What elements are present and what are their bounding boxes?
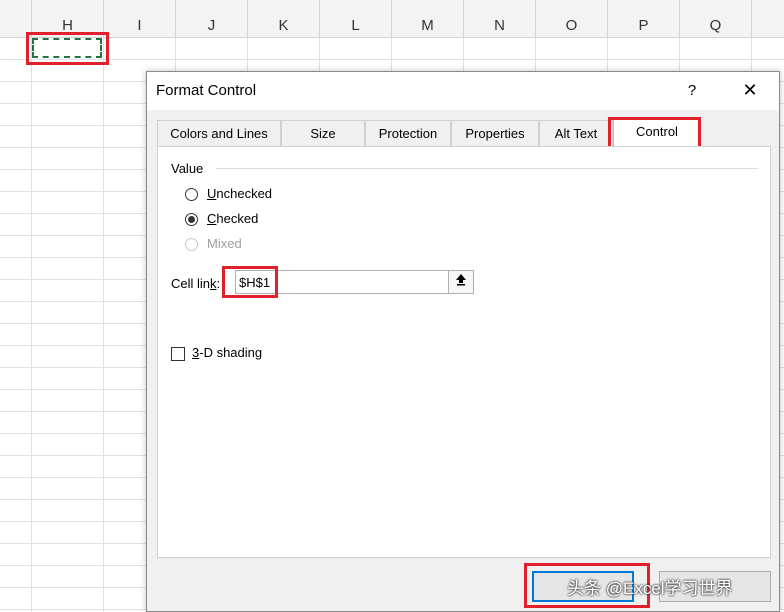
collapse-dialog-button[interactable]	[448, 270, 474, 294]
column-header-n[interactable]: N	[464, 0, 536, 37]
column-header-l[interactable]: L	[320, 0, 392, 37]
tab-alt-text[interactable]: Alt Text	[539, 120, 613, 146]
column-header-o[interactable]: O	[536, 0, 608, 37]
column-header-i[interactable]: I	[104, 0, 176, 37]
value-group-label: Value	[171, 161, 204, 176]
upload-arrow-icon	[456, 274, 466, 286]
column-header-k[interactable]: K	[248, 0, 320, 37]
tab-size[interactable]: Size	[281, 120, 365, 146]
tab-colors-and-lines[interactable]: Colors and Lines	[157, 120, 281, 146]
3d-shading-checkbox[interactable]: 3-D shading	[171, 345, 281, 365]
cell-link-input[interactable]	[235, 270, 450, 294]
radio-unchecked-circle[interactable]	[185, 188, 198, 201]
close-icon[interactable]: ✕	[732, 76, 768, 104]
column-header-partial[interactable]	[0, 0, 32, 37]
tab-properties[interactable]: Properties	[451, 120, 539, 146]
column-header-partial-right[interactable]	[752, 0, 784, 37]
radio-unchecked-label: Unchecked	[207, 186, 273, 201]
radio-unchecked[interactable]: Unchecked	[185, 186, 305, 206]
radio-checked-label: Checked	[207, 211, 259, 226]
cell-link-label: Cell link:	[171, 276, 221, 291]
radio-mixed-circle	[185, 238, 198, 251]
column-header-p[interactable]: P	[608, 0, 680, 37]
ok-button[interactable]	[532, 571, 634, 602]
dialog-tabs: Colors and Lines Size Protection Propert…	[157, 118, 771, 147]
cell-h1-copy-marquee[interactable]	[32, 38, 102, 58]
group-divider	[216, 168, 758, 169]
help-button[interactable]: ?	[677, 78, 707, 104]
column-header-h[interactable]: H	[32, 0, 104, 37]
row-gridline	[0, 59, 784, 60]
3d-shading-box[interactable]	[171, 347, 185, 361]
radio-checked[interactable]: Checked	[185, 211, 305, 231]
radio-mixed-label: Mixed	[207, 236, 242, 251]
3d-shading-label: 3-D shading	[192, 345, 263, 360]
column-header-m[interactable]: M	[392, 0, 464, 37]
column-header-j[interactable]: J	[176, 0, 248, 37]
dialog-title-bar[interactable]: Format Control ? ✕	[147, 72, 779, 110]
tab-control[interactable]: Control	[613, 118, 701, 147]
column-header-q[interactable]: Q	[680, 0, 752, 37]
column-headers: H I J K L M N O P Q	[0, 0, 784, 38]
dialog-title: Format Control	[156, 82, 257, 99]
tab-protection[interactable]: Protection	[365, 120, 451, 146]
radio-mixed: Mixed	[185, 236, 305, 256]
cancel-button[interactable]	[659, 571, 771, 602]
column-gridline	[31, 37, 32, 612]
format-control-dialog: Format Control ? ✕ Colors and Lines Size…	[146, 71, 780, 612]
column-gridline	[103, 37, 104, 612]
radio-checked-circle[interactable]	[185, 213, 198, 226]
control-tab-panel: Value Unchecked Checked Mixed Cell link:…	[157, 146, 771, 558]
